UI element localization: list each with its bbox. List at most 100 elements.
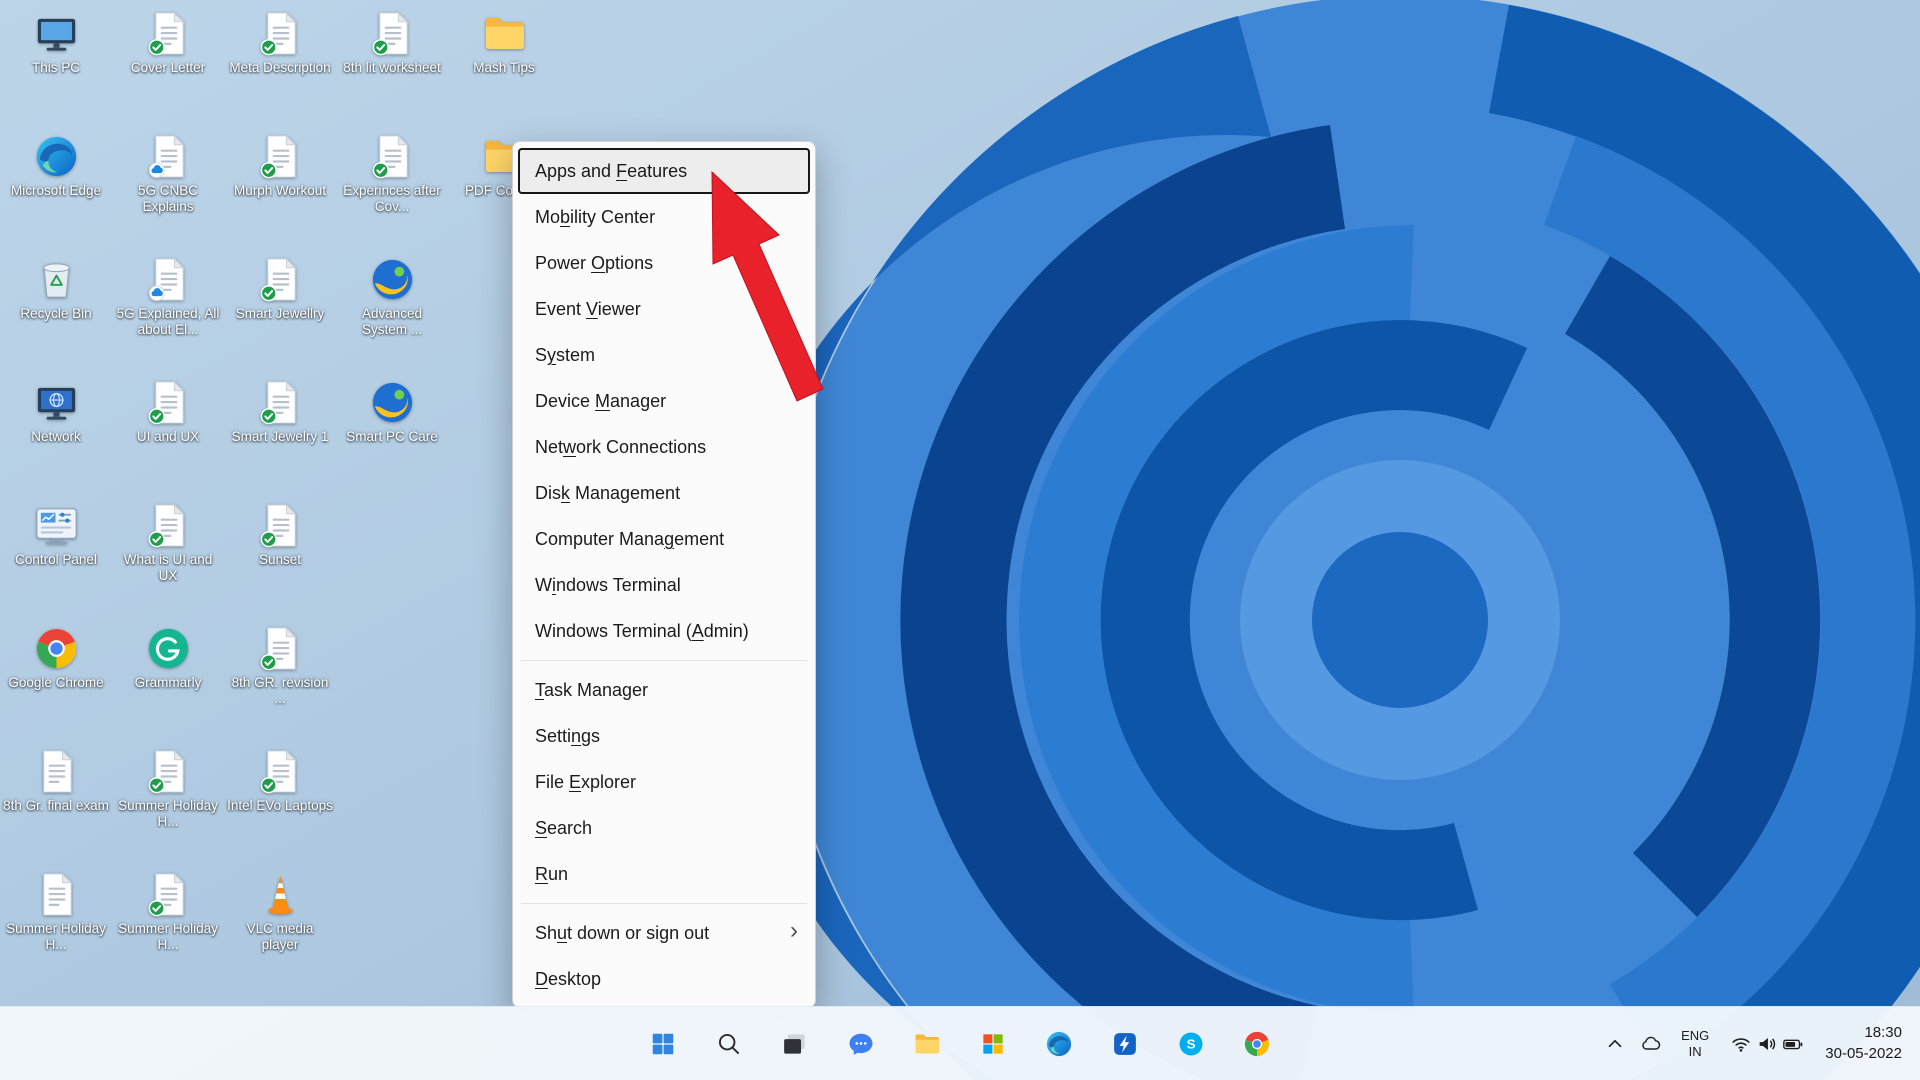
desktop-icon-murph-workout[interactable]: Murph Workout xyxy=(226,133,334,199)
desktop-icon-meta-description[interactable]: Meta Description xyxy=(226,10,334,76)
desktop-icon-summer-holiday-h[interactable]: Summer Holiday H... xyxy=(114,871,222,953)
file-explorer-icon xyxy=(913,1029,942,1058)
menu-item-task-manager[interactable]: Task Manager xyxy=(518,667,810,713)
menu-item-settings[interactable]: Settings xyxy=(518,713,810,759)
menu-item-search[interactable]: Search xyxy=(518,805,810,851)
desktop-icon-recycle-bin[interactable]: Recycle Bin xyxy=(2,256,110,322)
onedrive-tray-button[interactable] xyxy=(1635,1021,1667,1067)
desktop-icon-intel-evo-laptops[interactable]: Intel EVo Laptops xyxy=(226,748,334,814)
desktop-icon-smart-pc-care[interactable]: Smart PC Care xyxy=(338,379,446,445)
desktop-icon-label: Grammarly xyxy=(135,675,202,691)
menu-item-label: Windows Terminal (Admin) xyxy=(535,621,749,642)
desktop-icon-smart-jewelry-1[interactable]: Smart Jewelry 1 xyxy=(226,379,334,445)
menu-item-event-viewer[interactable]: Event Viewer xyxy=(518,286,810,332)
desktop-icon-5g-explained-all-about-el[interactable]: 5G Explained, All about El... xyxy=(114,256,222,338)
menu-item-label: Power Options xyxy=(535,253,653,274)
taskbar-button-skype[interactable]: S xyxy=(1168,1020,1215,1067)
taskbar-button-chat[interactable] xyxy=(838,1020,885,1067)
desktop-icon-cover-letter[interactable]: Cover Letter xyxy=(114,10,222,76)
taskbar: S ENG IN xyxy=(0,1006,1920,1080)
taskbar-button-start[interactable] xyxy=(640,1020,687,1067)
menu-item-label: Desktop xyxy=(535,969,601,990)
clock-time: 18:30 xyxy=(1864,1023,1902,1043)
doc-check-icon xyxy=(257,748,304,795)
app-swirl-icon xyxy=(369,379,416,426)
desktop-icon-network[interactable]: Network xyxy=(2,379,110,445)
desktop-icon-what-is-ui-and-ux[interactable]: What is UI and UX xyxy=(114,502,222,584)
menu-item-device-manager[interactable]: Device Manager xyxy=(518,378,810,424)
desktop-icon-advanced-system[interactable]: Advanced System ... xyxy=(338,256,446,338)
desktop-icon-microsoft-edge[interactable]: Microsoft Edge xyxy=(2,133,110,199)
folder-icon xyxy=(481,10,528,57)
desktop-icon-grammarly[interactable]: Grammarly xyxy=(114,625,222,691)
desktop-icon-label: Mash Tips xyxy=(473,60,535,76)
desktop-icon-label: Cover Letter xyxy=(131,60,205,76)
taskbar-button-file-explorer[interactable] xyxy=(904,1020,951,1067)
desktop-icon-ui-and-ux[interactable]: UI and UX xyxy=(114,379,222,445)
menu-item-disk-management[interactable]: Disk Management xyxy=(518,470,810,516)
desktop-icon-vlc-media-player[interactable]: VLC media player xyxy=(226,871,334,953)
system-tray: ENG IN xyxy=(1599,1021,1912,1067)
desktop-icon-control-panel[interactable]: Control Panel xyxy=(2,502,110,568)
menu-item-label: Apps and Features xyxy=(535,161,687,182)
menu-item-shut-down-or-sign-out[interactable]: Shut down or sign out› xyxy=(518,910,810,956)
menu-item-label: Windows Terminal xyxy=(535,575,681,596)
taskbar-button-edge[interactable] xyxy=(1036,1020,1083,1067)
taskbar-button-quick-launch[interactable] xyxy=(1102,1020,1149,1067)
menu-item-windows-terminal-admin[interactable]: Windows Terminal (Admin) xyxy=(518,608,810,654)
pc-icon xyxy=(33,10,80,57)
desktop-icon-label: Intel EVo Laptops xyxy=(227,798,333,814)
desktop-icon-summer-holiday-h[interactable]: Summer Holiday H... xyxy=(2,871,110,953)
taskbar-clock[interactable]: 18:30 30-05-2022 xyxy=(1815,1021,1912,1067)
taskbar-button-search[interactable] xyxy=(706,1020,753,1067)
taskbar-button-task-view[interactable] xyxy=(772,1020,819,1067)
desktop-icon-google-chrome[interactable]: Google Chrome xyxy=(2,625,110,691)
desktop-icon-label: Summer Holiday H... xyxy=(3,921,109,953)
menu-item-mobility-center[interactable]: Mobility Center xyxy=(518,194,810,240)
menu-item-label: File Explorer xyxy=(535,772,636,793)
menu-item-computer-management[interactable]: Computer Management xyxy=(518,516,810,562)
microsoft-store-icon xyxy=(979,1029,1008,1058)
desktop-icon-label: Microsoft Edge xyxy=(11,183,101,199)
doc-check-icon xyxy=(257,625,304,672)
language-line1: ENG xyxy=(1681,1028,1709,1044)
taskbar-button-microsoft-store[interactable] xyxy=(970,1020,1017,1067)
language-indicator[interactable]: ENG IN xyxy=(1671,1021,1719,1067)
desktop-icon-experinces-after-cov[interactable]: Experinces after Cov... xyxy=(338,133,446,215)
app-swirl-icon xyxy=(369,256,416,303)
menu-item-label: Run xyxy=(535,864,568,885)
taskbar-button-chrome[interactable] xyxy=(1234,1020,1281,1067)
menu-separator xyxy=(521,660,807,661)
desktop-icon-label: What is UI and UX xyxy=(115,552,221,584)
tray-chevron-up-button[interactable] xyxy=(1599,1021,1631,1067)
desktop-icon-sunset[interactable]: Sunset xyxy=(226,502,334,568)
status-cluster-button[interactable] xyxy=(1723,1021,1811,1067)
doc-check-icon xyxy=(145,10,192,57)
desktop-icon-label: Google Chrome xyxy=(8,675,103,691)
desktop-icon-mash-tips[interactable]: Mash Tips xyxy=(450,10,558,76)
menu-item-system[interactable]: System xyxy=(518,332,810,378)
language-line2: IN xyxy=(1689,1044,1702,1060)
chevron-up-icon xyxy=(1604,1033,1626,1055)
desktop-icon-5g-cnbc-explains[interactable]: 5G CNBC Explains xyxy=(114,133,222,215)
desktop-icon-summer-holiday-h[interactable]: Summer Holiday H... xyxy=(114,748,222,830)
desktop-icon-8th-gr-final-exam[interactable]: 8th Gr. final exam xyxy=(2,748,110,814)
desktop-icon-label: Sunset xyxy=(259,552,301,568)
menu-item-apps-and-features[interactable]: Apps and Features xyxy=(518,148,810,194)
menu-item-power-options[interactable]: Power Options xyxy=(518,240,810,286)
menu-item-label: Mobility Center xyxy=(535,207,655,228)
menu-item-windows-terminal[interactable]: Windows Terminal xyxy=(518,562,810,608)
desktop-icon-8th-gr-revision[interactable]: 8th GR. revision ... xyxy=(226,625,334,707)
menu-item-file-explorer[interactable]: File Explorer xyxy=(518,759,810,805)
menu-item-network-connections[interactable]: Network Connections xyxy=(518,424,810,470)
desktop-icon-label: Network xyxy=(31,429,81,445)
desktop-icon-smart-jewellry[interactable]: Smart Jewellry xyxy=(226,256,334,322)
vlc-icon xyxy=(257,871,304,918)
grammarly-icon xyxy=(145,625,192,672)
doc-cloud-icon xyxy=(145,133,192,180)
desktop-icon-this-pc[interactable]: This PC xyxy=(2,10,110,76)
desktop-icon-8th-lit-worksheet[interactable]: 8th lit worksheet xyxy=(338,10,446,76)
menu-item-desktop[interactable]: Desktop xyxy=(518,956,810,1002)
menu-item-run[interactable]: Run xyxy=(518,851,810,897)
menu-item-label: Computer Management xyxy=(535,529,724,550)
